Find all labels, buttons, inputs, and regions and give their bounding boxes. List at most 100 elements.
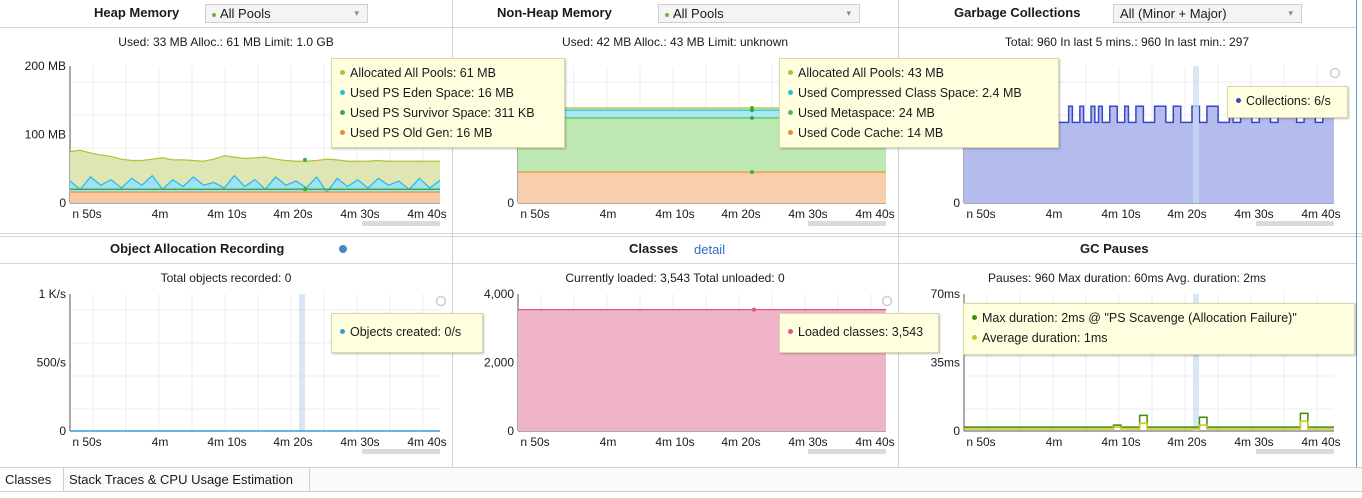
y-tick-label: 0 xyxy=(507,196,514,210)
x-tick-label: 4m 20s xyxy=(1167,207,1206,221)
x-tick-label: 4m 30s xyxy=(340,435,379,449)
tooltip-row: Used PS Survivor Space: 311 KB xyxy=(340,103,556,123)
x-tick-label: 4m xyxy=(152,435,169,449)
tooltip-text: Used Code Cache: 14 MB xyxy=(798,126,944,140)
series-dot-icon xyxy=(788,329,793,335)
gc-tooltip: Collections: 6/s xyxy=(1227,86,1348,118)
tooltip-row: Used Metaspace: 24 MB xyxy=(788,103,1050,123)
y-tick-label: 0 xyxy=(59,424,66,438)
y-tick-label: 1 K/s xyxy=(39,287,66,301)
x-tick-label: 4m 40s xyxy=(407,207,446,221)
series-dot-icon xyxy=(788,130,793,136)
tooltip-text: Average duration: 1ms xyxy=(982,331,1108,345)
x-tick-label: 4m 40s xyxy=(407,435,446,449)
hover-point xyxy=(303,157,307,162)
x-tick-label: 4m 20s xyxy=(273,435,312,449)
x-tick-label: 4m 30s xyxy=(788,435,827,449)
x-tick-label: 4m 40s xyxy=(1301,207,1340,221)
alloc-tooltip: Objects created: 0/s xyxy=(331,313,483,353)
codecache-series-area xyxy=(518,172,886,203)
series-dot-icon xyxy=(788,90,793,96)
horizontal-scrollbar xyxy=(808,221,886,226)
x-tick-label: 4m xyxy=(1046,435,1063,449)
tooltip-row: Max duration: 2ms @ "PS Scavenge (Alloca… xyxy=(972,308,1346,328)
tooltip-text: Used PS Survivor Space: 311 KB xyxy=(350,106,535,120)
horizontal-scrollbar xyxy=(1256,221,1334,226)
y-tick-label: 0 xyxy=(953,424,960,438)
horizontal-scrollbar xyxy=(362,221,440,226)
tab-stack-traces[interactable]: Stack Traces & CPU Usage Estimation xyxy=(64,468,310,491)
x-tick-label: n 50s xyxy=(72,435,101,449)
y-tick-label: 0 xyxy=(953,196,960,210)
x-tick-label: 4m 30s xyxy=(1234,207,1273,221)
x-tick-label: 4m 40s xyxy=(855,435,894,449)
hover-point xyxy=(303,187,307,192)
x-tick-label: 4m 10s xyxy=(1101,207,1140,221)
x-tick-label: 4m 30s xyxy=(340,207,379,221)
hover-point xyxy=(750,170,754,175)
heap-tooltip: Allocated All Pools: 61 MB Used PS Eden … xyxy=(331,58,565,148)
window-edge xyxy=(1356,0,1357,467)
x-tick-label: 4m 20s xyxy=(1167,435,1206,449)
tooltip-text: Used PS Eden Space: 16 MB xyxy=(350,86,514,100)
x-tick-label: 4m xyxy=(152,207,169,221)
tooltip-row: Used Code Cache: 14 MB xyxy=(788,123,1050,143)
y-tick-label: 35ms xyxy=(931,356,960,370)
y-tick-label: 200 MB xyxy=(25,59,66,73)
y-tick-label: 500/s xyxy=(37,356,66,370)
series-dot-icon xyxy=(340,110,345,116)
oldgen-series-area xyxy=(70,192,440,203)
x-tick-label: 4m xyxy=(600,207,617,221)
row-divider xyxy=(0,236,1362,237)
series-dot-icon xyxy=(340,329,345,335)
tooltip-text: Max duration: 2ms @ "PS Scavenge (Alloca… xyxy=(982,311,1297,325)
row-divider xyxy=(0,233,1362,234)
tooltip-row: Used PS Eden Space: 16 MB xyxy=(340,83,556,103)
gcpause-tooltip: Max duration: 2ms @ "PS Scavenge (Alloca… xyxy=(963,303,1355,355)
tooltip-row: Loaded classes: 3,543 xyxy=(788,322,930,342)
horizontal-scrollbar xyxy=(808,449,886,454)
tooltip-row: Allocated All Pools: 61 MB xyxy=(340,63,556,83)
x-tick-label: 4m 20s xyxy=(721,435,760,449)
x-tick-label: 4m 10s xyxy=(655,435,694,449)
series-dot-icon xyxy=(340,70,345,76)
tooltip-row: Collections: 6/s xyxy=(1236,91,1339,111)
x-tick-label: 4m xyxy=(600,435,617,449)
series-dot-icon xyxy=(1236,98,1241,104)
horizontal-scrollbar xyxy=(362,449,440,454)
nonheap-tooltip: Allocated All Pools: 43 MB Used Compress… xyxy=(779,58,1059,148)
tooltip-row: Used PS Old Gen: 16 MB xyxy=(340,123,556,143)
x-tick-label: 4m 10s xyxy=(1101,435,1140,449)
x-tick-label: 4m 40s xyxy=(855,207,894,221)
series-dot-icon xyxy=(340,130,345,136)
y-tick-label: 0 xyxy=(59,196,66,210)
x-tick-label: n 50s xyxy=(966,207,995,221)
x-tick-label: n 50s xyxy=(520,435,549,449)
series-dot-icon xyxy=(340,90,345,96)
series-dot-icon xyxy=(788,70,793,76)
x-tick-label: 4m 10s xyxy=(655,207,694,221)
tooltip-text: Allocated All Pools: 61 MB xyxy=(350,66,496,80)
time-cursor xyxy=(299,294,305,431)
y-tick-label: 2,000 xyxy=(484,356,514,370)
tooltip-text: Collections: 6/s xyxy=(1246,94,1331,108)
x-tick-label: 4m 30s xyxy=(788,207,827,221)
series-dot-icon xyxy=(788,110,793,116)
classes-tooltip: Loaded classes: 3,543 xyxy=(779,313,939,353)
tooltip-text: Used Metaspace: 24 MB xyxy=(798,106,935,120)
tab-classes[interactable]: Classes xyxy=(0,468,64,491)
tooltip-row: Average duration: 1ms xyxy=(972,328,1346,348)
time-cursor xyxy=(1193,66,1199,203)
horizontal-scrollbar xyxy=(1256,449,1334,454)
tooltip-text: Objects created: 0/s xyxy=(350,325,462,339)
tooltip-text: Used Compressed Class Space: 2.4 MB xyxy=(798,86,1022,100)
x-tick-label: 4m 30s xyxy=(1234,435,1273,449)
tooltip-row: Used Compressed Class Space: 2.4 MB xyxy=(788,83,1050,103)
series-dot-icon xyxy=(972,315,977,321)
hover-point xyxy=(752,307,756,312)
tooltip-text: Loaded classes: 3,543 xyxy=(798,325,924,339)
x-tick-label: 4m xyxy=(1046,207,1063,221)
y-tick-label: 4,000 xyxy=(484,287,514,301)
bottom-tab-bar: Classes Stack Traces & CPU Usage Estimat… xyxy=(0,467,1362,492)
y-tick-label: 70ms xyxy=(931,287,960,301)
